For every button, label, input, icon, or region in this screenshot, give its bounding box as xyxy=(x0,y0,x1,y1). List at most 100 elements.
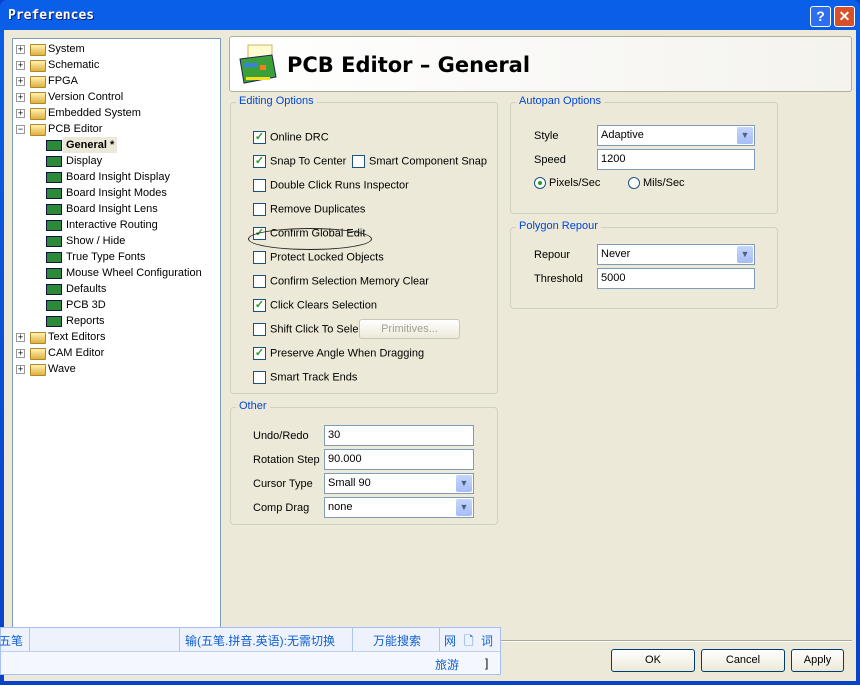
expand-icon[interactable]: + xyxy=(16,365,25,374)
checkbox-box[interactable] xyxy=(253,203,266,216)
checkbox-box[interactable] xyxy=(253,179,266,192)
dialog-body: System + Schematic + FPGA + Version Control + Em… xyxy=(4,30,856,681)
tree-item[interactable]: Mouse Wheel Configuration xyxy=(63,265,205,281)
primitives-button[interactable]: Primitives... xyxy=(359,319,460,339)
smart-component-snap-checkbox[interactable]: Smart Component Snap xyxy=(352,155,487,169)
checkbox-box[interactable] xyxy=(352,155,365,168)
checkbox-online-drc[interactable]: ✓ Online DRC xyxy=(253,131,329,145)
checkbox-preserve-angle-when-dragging[interactable]: ✓ Preserve Angle When Dragging xyxy=(253,347,424,361)
pcb-page-icon xyxy=(46,220,62,231)
checkbox-double-click-runs-inspector[interactable]: Double Click Runs Inspector xyxy=(253,179,409,193)
apply-button[interactable]: Apply xyxy=(791,649,844,672)
checkbox-box[interactable]: ✓ xyxy=(253,155,266,168)
ok-button[interactable]: OK xyxy=(611,649,695,672)
undo-redo-input[interactable]: 30 xyxy=(324,425,474,446)
tree-item[interactable]: PCB 3D xyxy=(63,297,109,313)
tree-item[interactable]: True Type Fonts xyxy=(63,249,148,265)
expand-icon[interactable]: + xyxy=(16,93,25,102)
expand-icon[interactable]: + xyxy=(16,109,25,118)
ime-net-button[interactable]: 网 xyxy=(444,632,456,649)
expand-icon[interactable]: + xyxy=(16,349,25,358)
rotation-label: Rotation Step xyxy=(253,454,320,466)
ime-word-button[interactable]: 词 xyxy=(481,632,493,649)
comp-drag-select[interactable]: none ▼ xyxy=(324,497,474,518)
tree-item[interactable]: Embedded System xyxy=(45,105,144,121)
repour-select[interactable]: Never ▼ xyxy=(597,244,755,265)
help-button[interactable]: ? xyxy=(810,6,831,27)
tree-item[interactable]: PCB Editor xyxy=(45,121,105,137)
chevron-down-icon[interactable]: ▼ xyxy=(737,127,753,144)
chevron-down-icon[interactable]: ▼ xyxy=(456,499,472,516)
tree-item[interactable]: Text Editors xyxy=(45,329,108,345)
checkbox-snap-to-center[interactable]: ✓ Snap To Center xyxy=(253,155,346,169)
expand-icon[interactable]: + xyxy=(16,77,25,86)
cancel-button[interactable]: Cancel xyxy=(701,649,785,672)
pixels-sec-radio[interactable]: Pixels/Sec xyxy=(534,177,600,190)
ime-travel-link[interactable]: 旅游 xyxy=(435,656,459,673)
tree-item[interactable]: FPGA xyxy=(45,73,81,89)
checkbox-label: Online DRC xyxy=(270,131,329,144)
ime-mode[interactable]: 五笔 xyxy=(0,632,23,649)
pcb-page-icon xyxy=(46,236,62,247)
ime-bracket: ] xyxy=(485,656,489,670)
autopan-group: Autopan Options Style Adaptive ▼ Speed 12… xyxy=(510,95,778,214)
tree-item[interactable]: Board Insight Lens xyxy=(63,201,161,217)
ime-search-button[interactable]: 万能搜索 xyxy=(373,632,421,649)
checkbox-box[interactable] xyxy=(253,371,266,384)
editing-options-group: Editing Options ✓ Online DRC ✓ Snap To Cent… xyxy=(230,95,498,394)
style-select[interactable]: Adaptive ▼ xyxy=(597,125,755,146)
expand-icon[interactable]: + xyxy=(16,333,25,342)
pcb-page-icon xyxy=(46,268,62,279)
preferences-tree[interactable]: System + Schematic + FPGA + Version Control + Em… xyxy=(12,38,221,630)
document-icon[interactable]: 🗋 xyxy=(464,632,474,653)
tree-item[interactable]: Version Control xyxy=(45,89,126,105)
checkbox-label: Smart Component Snap xyxy=(369,155,488,168)
tree-item[interactable]: Wave xyxy=(45,361,79,377)
pcb-page-icon xyxy=(46,204,62,215)
chevron-down-icon[interactable]: ▼ xyxy=(456,475,472,492)
checkbox-label: Remove Duplicates xyxy=(270,203,366,216)
tree-item[interactable]: Show / Hide xyxy=(63,233,128,249)
checkbox-box[interactable]: ✓ xyxy=(253,347,266,360)
checkbox-box[interactable] xyxy=(253,251,266,264)
tree-item[interactable]: Schematic xyxy=(45,57,102,73)
tree-item[interactable]: Defaults xyxy=(63,281,109,297)
tree-item[interactable]: System xyxy=(45,41,88,57)
checkbox-shift-click-to-select[interactable]: Shift Click To Select xyxy=(253,323,367,337)
checkbox-confirm-selection-memory-clear[interactable]: Confirm Selection Memory Clear xyxy=(253,275,429,289)
rotation-step-input[interactable]: 90.000 xyxy=(324,449,474,470)
expand-icon[interactable]: + xyxy=(16,45,25,54)
close-button[interactable]: ✕ xyxy=(834,6,855,27)
checkbox-remove-duplicates[interactable]: Remove Duplicates xyxy=(253,203,365,217)
pcb-page-icon xyxy=(46,156,62,167)
folder-icon xyxy=(30,348,46,360)
chevron-down-icon[interactable]: ▼ xyxy=(737,246,753,263)
cursor-type-select[interactable]: Small 90 ▼ xyxy=(324,473,474,494)
folder-icon xyxy=(30,92,46,104)
tree-item[interactable]: CAM Editor xyxy=(45,345,107,361)
tree-item[interactable]: Display xyxy=(63,153,105,169)
polygon-legend: Polygon Repour xyxy=(516,220,601,232)
collapse-icon[interactable]: − xyxy=(16,125,25,134)
mils-sec-radio[interactable]: Mils/Sec xyxy=(628,177,685,190)
speed-input[interactable]: 1200 xyxy=(597,149,755,170)
checkbox-box[interactable] xyxy=(253,323,266,336)
checkbox-smart-track-ends[interactable]: Smart Track Ends xyxy=(253,371,357,385)
comp-drag-label: Comp Drag xyxy=(253,502,310,514)
threshold-input[interactable]: 5000 xyxy=(597,268,755,289)
checkbox-box[interactable]: ✓ xyxy=(253,299,266,312)
checkbox-label: Preserve Angle When Dragging xyxy=(270,347,425,360)
checkbox-box[interactable]: ✓ xyxy=(253,131,266,144)
undo-label: Undo/Redo xyxy=(253,430,309,442)
page-title: PCB Editor – General xyxy=(287,53,531,77)
tree-item[interactable]: Board Insight Display xyxy=(63,169,173,185)
checkbox-protect-locked-objects[interactable]: Protect Locked Objects xyxy=(253,251,384,265)
tree-item[interactable]: General * xyxy=(63,137,118,153)
expand-icon[interactable]: + xyxy=(16,61,25,70)
tree-item[interactable]: Board Insight Modes xyxy=(63,185,170,201)
checkbox-click-clears-selection[interactable]: ✓ Click Clears Selection xyxy=(253,299,377,313)
checkbox-box[interactable] xyxy=(253,275,266,288)
checkbox-label: Double Click Runs Inspector xyxy=(270,179,409,192)
tree-item[interactable]: Interactive Routing xyxy=(63,217,161,233)
tree-item[interactable]: Reports xyxy=(63,313,108,329)
